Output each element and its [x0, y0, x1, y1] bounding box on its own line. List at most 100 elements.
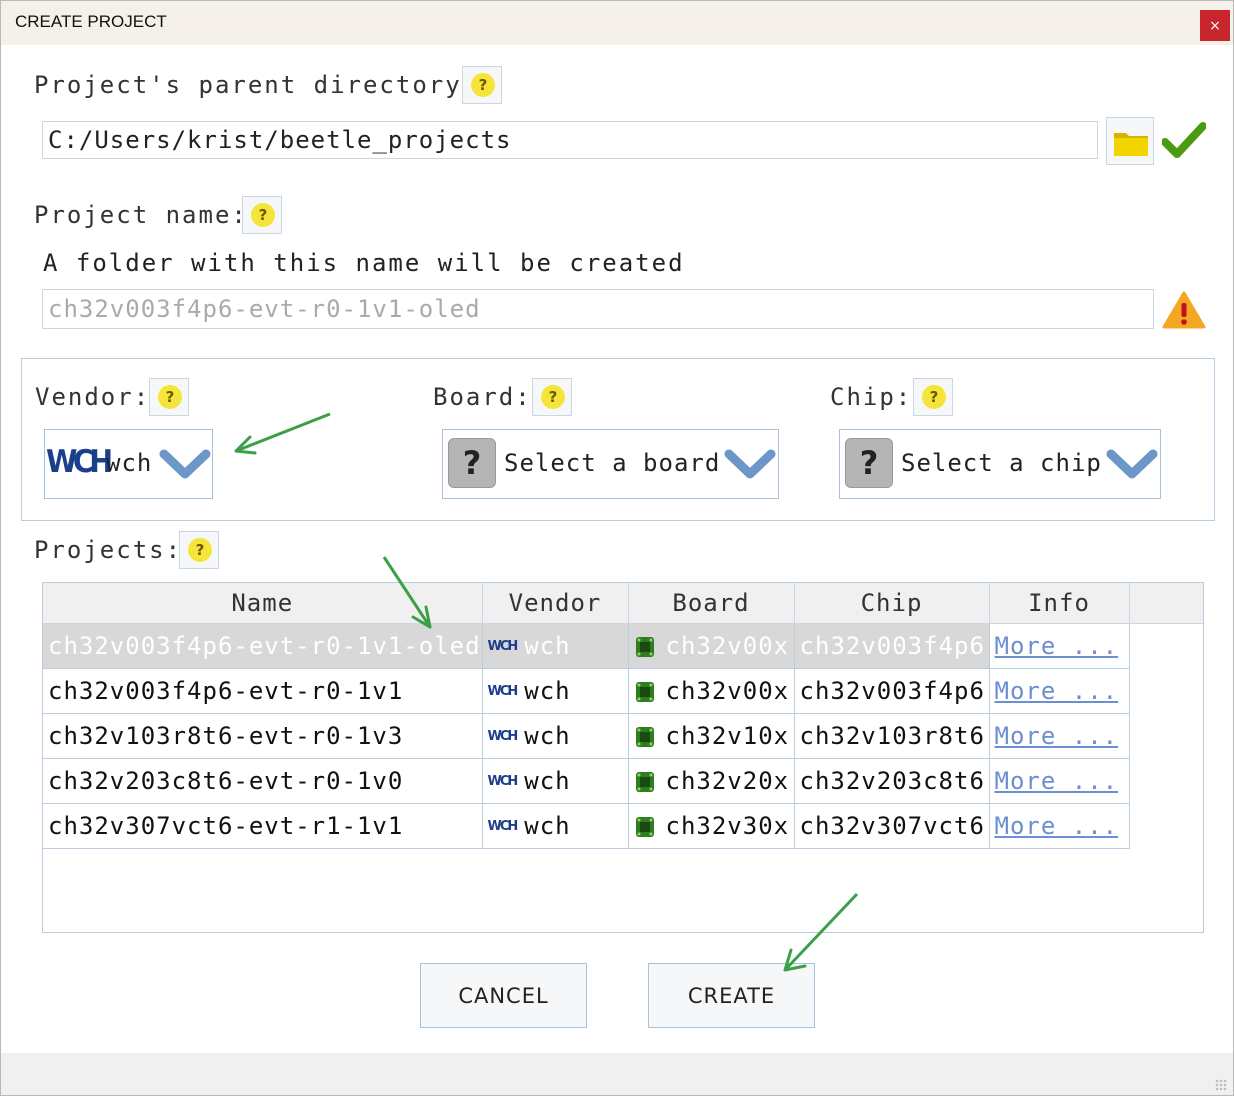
chip-help-button[interactable]: ? — [913, 378, 953, 416]
column-header-board[interactable]: Board — [628, 583, 795, 624]
cell-board[interactable]: ch32v10x — [628, 713, 795, 759]
cell-vendor[interactable]: WCH wch — [482, 758, 629, 804]
vendor-text: wch — [524, 632, 571, 660]
more-info-link[interactable]: More ... — [995, 632, 1119, 660]
wch-logo-icon: WCH — [487, 728, 519, 744]
window-title: CREATE PROJECT — [15, 12, 167, 31]
table-row[interactable]: ch32v003f4p6-evt-r0-1v1-oled WCH wch ch32v0… — [43, 623, 1130, 669]
annotation-arrow-icon — [234, 412, 331, 455]
cell-board[interactable]: ch32v20x — [628, 758, 795, 804]
more-info-link[interactable]: More ... — [995, 677, 1119, 705]
cell-info[interactable]: More ... — [989, 623, 1130, 669]
projects-table: Name Vendor Board Chip Info ch32v003f4p6… — [42, 582, 1204, 933]
cell-chip[interactable]: ch32v003f4p6 — [794, 623, 990, 669]
cell-vendor[interactable]: WCH wch — [482, 713, 629, 759]
cell-board[interactable]: ch32v00x — [628, 668, 795, 714]
cancel-button[interactable]: CANCEL — [420, 963, 587, 1028]
board-text: ch32v00x — [665, 677, 790, 705]
chevron-down-icon — [724, 449, 776, 479]
board-combobox[interactable]: ? Select a board — [442, 429, 779, 499]
more-info-link[interactable]: More ... — [995, 812, 1119, 840]
board-chip-icon — [635, 637, 654, 657]
browse-folder-button[interactable] — [1106, 117, 1154, 165]
board-text: ch32v00x — [665, 632, 790, 660]
cell-name[interactable]: ch32v203c8t6-evt-r0-1v0 — [43, 758, 483, 804]
board-text: ch32v10x — [665, 722, 790, 750]
parent-dir-input[interactable]: C:/Users/krist/beetle_projects — [42, 121, 1098, 159]
wch-logo-icon: WCH — [487, 773, 519, 789]
cell-info[interactable]: More ... — [989, 713, 1130, 759]
parent-dir-help-button[interactable]: ? — [462, 66, 502, 104]
cell-name[interactable]: ch32v307vct6-evt-r1-1v1 — [43, 803, 483, 849]
more-info-link[interactable]: More ... — [995, 767, 1119, 795]
board-help-button[interactable]: ? — [532, 378, 572, 416]
table-row[interactable]: ch32v103r8t6-evt-r0-1v3 WCH wch ch32v10x ch3… — [43, 713, 1130, 759]
folder-icon — [1114, 133, 1148, 156]
status-bar — [1, 1053, 1233, 1095]
cell-vendor[interactable]: WCH wch — [482, 803, 629, 849]
help-icon: ? — [188, 538, 212, 562]
cell-board[interactable]: ch32v30x — [628, 803, 795, 849]
more-info-link[interactable]: More ... — [995, 722, 1119, 750]
project-name-help-button[interactable]: ? — [242, 196, 282, 234]
column-header-vendor[interactable]: Vendor — [482, 583, 629, 624]
chevron-down-icon — [1106, 449, 1158, 479]
close-button[interactable]: × — [1200, 10, 1230, 41]
warning-icon — [1162, 291, 1206, 329]
vendor-help-button[interactable]: ? — [149, 378, 189, 416]
vendor-combobox[interactable]: WCH wch — [44, 429, 213, 499]
vendor-label: Vendor: — [35, 383, 151, 411]
cell-info[interactable]: More ... — [989, 803, 1130, 849]
help-icon: ? — [541, 385, 565, 409]
cell-chip[interactable]: ch32v307vct6 — [794, 803, 990, 849]
board-chip-icon — [635, 772, 654, 792]
board-text: ch32v20x — [665, 767, 790, 795]
unknown-chip-icon: ? — [845, 438, 893, 488]
create-project-dialog: CREATE PROJECT × Project's parent direct… — [0, 0, 1234, 1096]
wch-logo-icon: WCH — [487, 683, 519, 699]
table-row[interactable]: ch32v203c8t6-evt-r0-1v0 WCH wch ch32v20x ch3… — [43, 758, 1130, 804]
selector-group: Vendor: ? WCH wch Board: ? ? Select a bo… — [21, 358, 1215, 521]
vendor-text: wch — [524, 812, 571, 840]
cell-vendor[interactable]: WCH wch — [482, 668, 629, 714]
resize-grip-icon[interactable] — [1215, 1079, 1227, 1091]
cell-board[interactable]: ch32v00x — [628, 623, 795, 669]
wch-logo-icon: WCH — [487, 638, 519, 654]
cell-info[interactable]: More ... — [989, 668, 1130, 714]
chip-value: Select a chip — [901, 449, 1102, 477]
parent-dir-label: Project's parent directory: — [34, 71, 479, 99]
cell-name[interactable]: ch32v103r8t6-evt-r0-1v3 — [43, 713, 483, 759]
cell-chip[interactable]: ch32v003f4p6 — [794, 668, 990, 714]
header-filler — [1129, 583, 1203, 624]
wch-logo-icon: WCH — [46, 444, 113, 480]
board-chip-icon — [635, 682, 654, 702]
chevron-down-icon — [159, 449, 211, 479]
table-header-row: Name Vendor Board Chip Info — [43, 583, 1130, 624]
table-row[interactable]: ch32v003f4p6-evt-r0-1v1 WCH wch ch32v00x ch3… — [43, 668, 1130, 714]
unknown-board-icon: ? — [448, 438, 496, 488]
project-name-label: Project name: — [34, 201, 248, 229]
column-header-chip[interactable]: Chip — [794, 583, 990, 624]
cell-vendor[interactable]: WCH wch — [482, 623, 629, 669]
vendor-text: wch — [524, 677, 571, 705]
chip-combobox[interactable]: ? Select a chip — [839, 429, 1161, 499]
cell-name[interactable]: ch32v003f4p6-evt-r0-1v1 — [43, 668, 483, 714]
projects-help-button[interactable]: ? — [179, 531, 219, 569]
cell-info[interactable]: More ... — [989, 758, 1130, 804]
help-icon: ? — [922, 385, 946, 409]
cell-chip[interactable]: ch32v103r8t6 — [794, 713, 990, 759]
board-chip-icon — [635, 727, 654, 747]
chip-label: Chip: — [830, 383, 913, 411]
column-header-info[interactable]: Info — [989, 583, 1130, 624]
board-label: Board: — [433, 383, 532, 411]
vendor-value: wch — [106, 449, 153, 477]
table-row[interactable]: ch32v307vct6-evt-r1-1v1 WCH wch ch32v30x ch3… — [43, 803, 1130, 849]
help-icon: ? — [251, 203, 275, 227]
cell-chip[interactable]: ch32v203c8t6 — [794, 758, 990, 804]
board-chip-icon — [635, 817, 654, 837]
wch-logo-icon: WCH — [487, 818, 519, 834]
vendor-text: wch — [524, 722, 571, 750]
project-name-input[interactable]: ch32v003f4p6-evt-r0-1v1-oled — [42, 289, 1154, 329]
projects-label: Projects: — [34, 536, 183, 564]
title-bar: CREATE PROJECT × — [1, 1, 1233, 45]
